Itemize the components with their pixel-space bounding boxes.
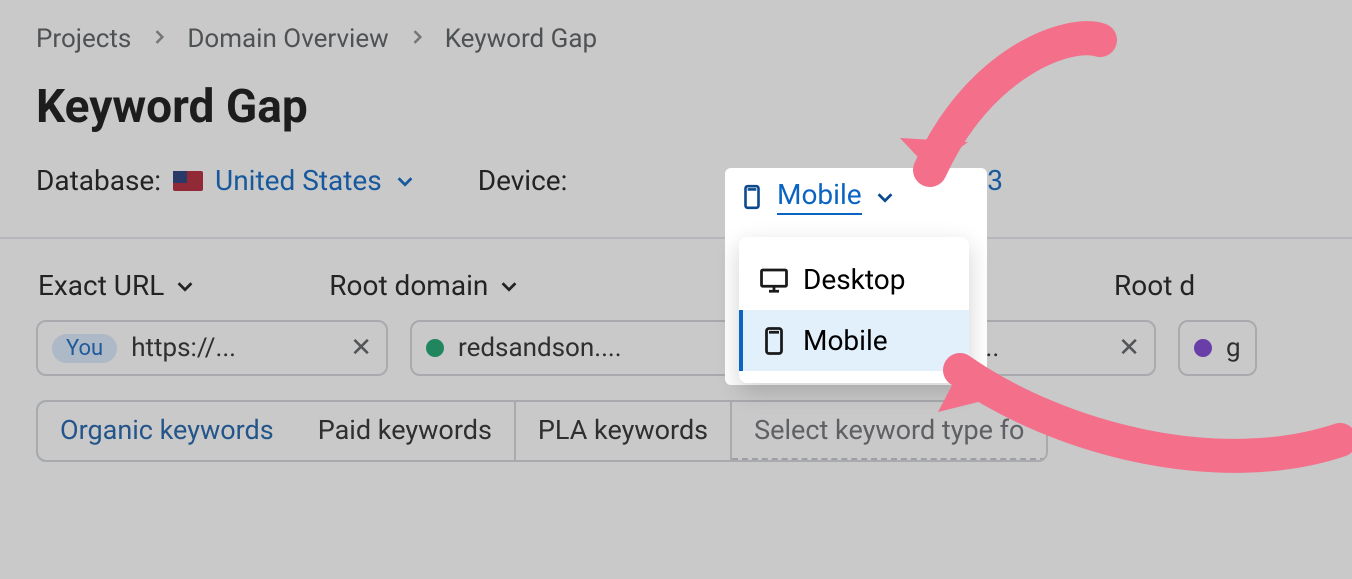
chevron-right-icon [149,24,169,54]
device-label: Device: [478,164,568,197]
filter-bar: Database: United States Device: Mobile v… [36,164,1316,197]
device-option-label: Mobile [803,324,888,357]
keyword-type-tabs: Organic keywords Paid keywords PLA keywo… [36,400,1048,462]
scope-selectors: Exact URL Root domain ain Root d [36,269,1316,302]
scope-root-domain[interactable]: Root domain [329,269,545,302]
database-value: United States [215,164,382,197]
color-dot-icon [1194,339,1212,357]
database-selector[interactable]: Database: United States [36,164,416,197]
chip-competitor-3[interactable]: g [1178,320,1257,376]
scope-label: Root d [1114,269,1195,302]
tab-select-keyword-type[interactable]: Select keyword type fo [732,402,1046,460]
device-option-mobile[interactable]: Mobile [739,310,969,371]
close-icon[interactable]: ✕ [350,333,372,363]
tab-paid-keywords[interactable]: Paid keywords [296,402,516,460]
mobile-icon [759,326,789,356]
mobile-icon [739,184,765,210]
competitor-chips: You https://... ✕ redsandson.... ✕ shums… [36,320,1316,376]
chevron-down-icon [174,275,196,297]
chevron-down-icon [394,170,416,192]
chip-domain: redsandson.... [458,333,622,363]
breadcrumb-projects[interactable]: Projects [36,24,131,54]
device-trigger[interactable]: Mobile [739,178,896,215]
chip-url: https://... [131,333,236,363]
database-label: Database: [36,164,161,197]
tab-pla-keywords[interactable]: PLA keywords [516,402,732,460]
desktop-icon [759,265,789,295]
chip-competitor-1[interactable]: redsandson.... ✕ [410,320,772,376]
chip-you[interactable]: You https://... ✕ [36,320,388,376]
color-dot-icon [426,339,444,357]
breadcrumb-domain-overview[interactable]: Domain Overview [187,24,388,54]
you-badge: You [52,334,117,363]
close-icon[interactable]: ✕ [1118,333,1140,363]
device-value: Mobile [777,178,862,215]
divider [0,237,1352,239]
device-selector-placeholder: Device: Mobile vvv [478,164,707,197]
chevron-down-icon [874,186,896,208]
device-menu: Desktop Mobile [739,237,969,383]
chip-domain: g [1226,333,1241,363]
chevron-down-icon [498,275,520,297]
tab-organic-keywords[interactable]: Organic keywords [36,400,298,462]
breadcrumb: Projects Domain Overview Keyword Gap [36,24,1316,54]
breadcrumb-keyword-gap: Keyword Gap [445,24,597,54]
device-option-label: Desktop [803,263,905,296]
device-selector[interactable]: Mobile Desktop Mobile [725,168,987,385]
scope-label: Root domain [329,269,488,302]
us-flag-icon [173,171,203,191]
scope-exact-url[interactable]: Exact URL [38,269,283,302]
page-title: Keyword Gap [36,80,1316,134]
scope-root-domain-partial[interactable]: Root d [1114,269,1316,302]
chevron-right-icon [407,24,427,54]
scope-label: Exact URL [38,269,164,302]
device-option-desktop[interactable]: Desktop [739,249,969,310]
